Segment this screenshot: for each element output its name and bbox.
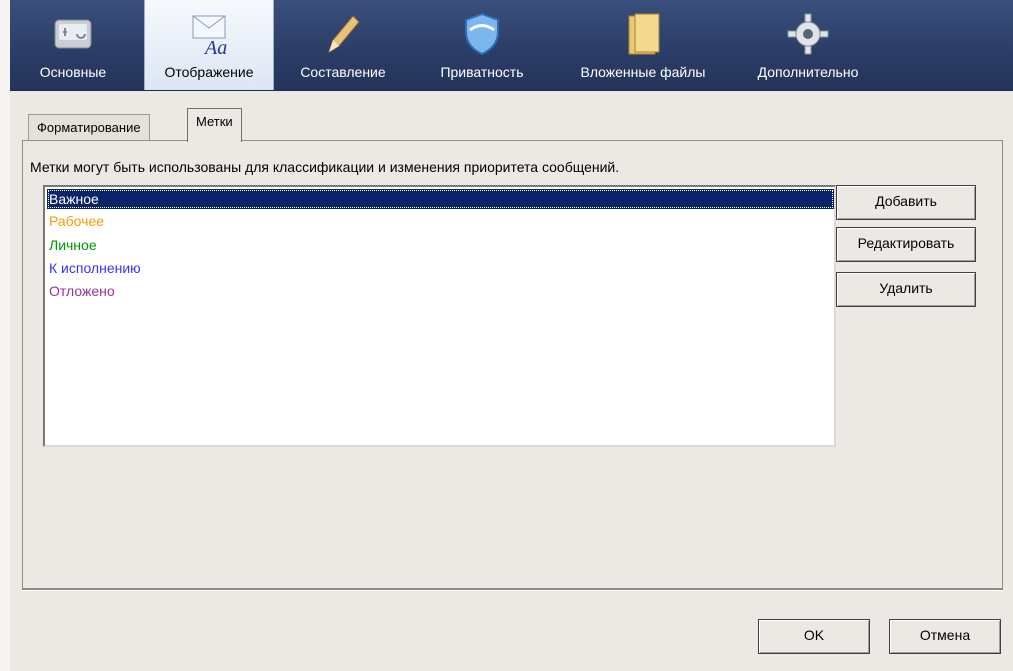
toolbar-privacy[interactable]: Приватность	[423, 0, 541, 90]
background-window-edge	[0, 0, 10, 671]
labels-list[interactable]: Важное Рабочее Личное К исполнению Отлож…	[43, 185, 836, 447]
label-item-text: Рабочее	[49, 213, 105, 229]
toolbar-label: Дополнительно	[757, 64, 859, 80]
toolbar-advanced[interactable]: Дополнительно	[743, 0, 873, 90]
label-item-important[interactable]: Важное	[47, 189, 834, 209]
delete-label-button[interactable]: Удалить	[836, 272, 976, 307]
svg-text:Aa: Aa	[203, 37, 227, 58]
toolbar-general[interactable]: Основные	[28, 0, 118, 90]
dialog-divider	[22, 588, 1003, 591]
label-item-todo[interactable]: К исполнению	[47, 258, 834, 278]
toolbar-attachments[interactable]: Вложенные файлы	[559, 0, 727, 90]
label-item-later[interactable]: Отложено	[47, 281, 834, 301]
general-icon	[54, 19, 92, 49]
compose-pencil-icon	[328, 15, 360, 54]
label-item-text: К исполнению	[49, 260, 141, 276]
tab-formatting[interactable]: Форматирование	[28, 114, 150, 142]
label-item-text: Важное	[49, 191, 99, 207]
privacy-shield-icon	[465, 12, 499, 56]
label-item-text: Отложено	[49, 283, 115, 299]
label-item-work[interactable]: Рабочее	[47, 211, 834, 231]
toolbar-label: Вложенные файлы	[580, 64, 706, 80]
labels-description: Метки могут быть использованы для класси…	[30, 159, 620, 175]
tab-label: Метки	[196, 114, 233, 129]
toolbar-label: Приватность	[440, 64, 524, 80]
ok-button[interactable]: OK	[758, 619, 870, 654]
toolbar-label: Основные	[39, 64, 107, 80]
edit-label-button[interactable]: Редактировать	[836, 227, 976, 262]
options-dialog: Основные Aa Отображение Составление Прив…	[10, 0, 1013, 671]
tab-labels[interactable]: Метки	[187, 108, 242, 142]
advanced-gear-icon	[787, 13, 829, 55]
preferences-toolbar: Основные Aa Отображение Составление Прив…	[10, 0, 1013, 91]
attachments-folder-icon	[628, 13, 660, 55]
display-icon: Aa	[192, 15, 227, 58]
cancel-button[interactable]: Отмена	[889, 619, 1001, 654]
tab-label: Форматирование	[37, 120, 141, 135]
toolbar-display[interactable]: Aa Отображение	[144, 0, 274, 90]
label-item-personal[interactable]: Личное	[47, 235, 834, 255]
label-item-text: Личное	[49, 237, 97, 253]
toolbar-label: Составление	[300, 64, 386, 80]
toolbar-label: Отображение	[164, 64, 254, 80]
toolbar-compose[interactable]: Составление	[282, 0, 404, 90]
add-label-button[interactable]: Добавить	[836, 185, 976, 220]
